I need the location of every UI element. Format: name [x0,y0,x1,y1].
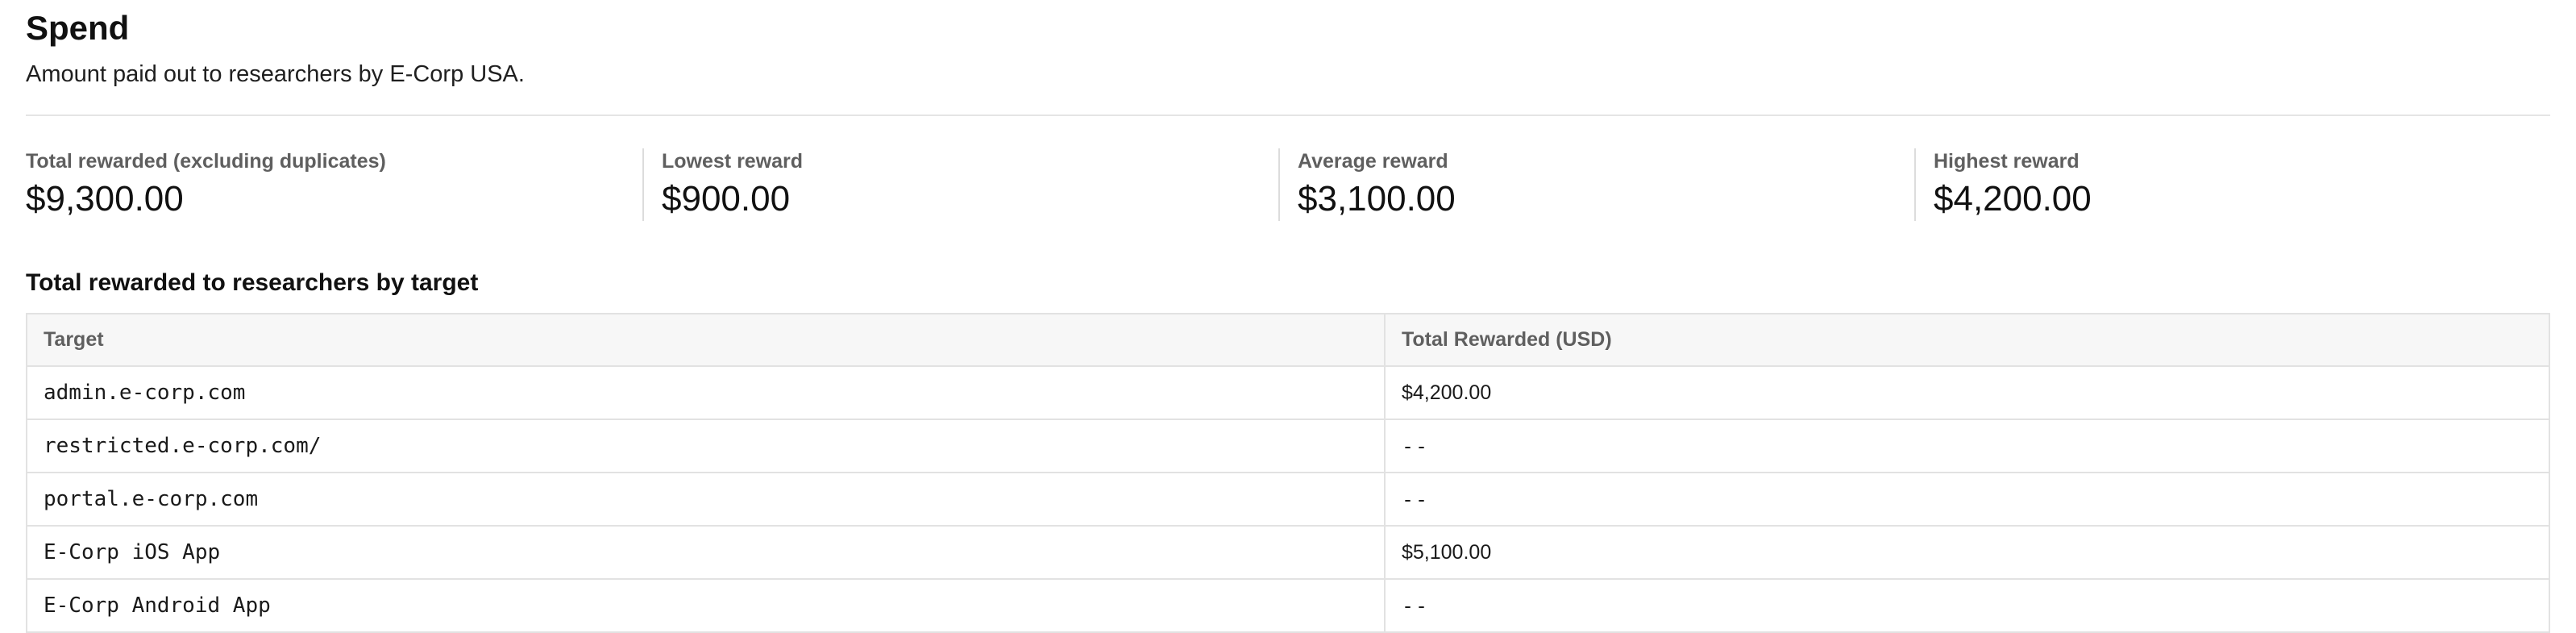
page-subtitle: Amount paid out to researchers by E-Corp… [26,61,525,87]
spend-header: Spend Amount paid out to researchers by … [26,0,2550,90]
stat-value: $4,200.00 [1934,179,2092,219]
table-header: Target Total Rewarded (USD) [27,314,2549,367]
stat-value: $3,100.00 [1298,179,1456,219]
table-row: admin.e-corp.com $4,200.00 [27,366,2549,420]
reward-stats: Total rewarded (excluding duplicates) $9… [26,148,2550,221]
stat-label: Average reward [1298,150,1448,173]
table-row: portal.e-corp.com -- [27,473,2549,527]
total-rewarded-cell: $5,100.00 [1384,526,2549,580]
target-cell: E-Corp iOS App [27,526,1385,580]
table-row: E-Corp iOS App $5,100.00 [27,526,2549,580]
stat-label: Total rewarded (excluding duplicates) [26,150,386,173]
column-header-target[interactable]: Target [27,314,1385,367]
stat-average-reward: Average reward $3,100.00 [1278,148,1914,221]
rewards-by-target-table: Target Total Rewarded (USD) admin.e-corp… [26,313,2550,633]
table-header-row: Target Total Rewarded (USD) [27,314,2549,367]
total-rewarded-cell: -- [1384,473,2549,527]
target-cell: restricted.e-corp.com/ [27,419,1385,473]
stat-total-rewarded: Total rewarded (excluding duplicates) $9… [26,148,642,221]
stat-label: Lowest reward [662,150,804,173]
stat-value: $9,300.00 [26,179,184,219]
header-divider [26,115,2550,116]
target-cell: E-Corp Android App [27,579,1385,633]
total-rewarded-cell: -- [1384,419,2549,473]
stat-highest-reward: Highest reward $4,200.00 [1914,148,2550,221]
table-row: restricted.e-corp.com/ -- [27,419,2549,473]
rewards-table: Target Total Rewarded (USD) admin.e-corp… [27,314,2549,633]
stat-label: Highest reward [1934,150,2079,173]
total-rewarded-cell: $4,200.00 [1384,366,2549,420]
column-header-total-rewarded[interactable]: Total Rewarded (USD) [1384,314,2549,367]
page-title: Spend [26,9,130,47]
total-rewarded-cell: -- [1384,579,2549,633]
stat-lowest-reward: Lowest reward $900.00 [642,148,1278,221]
table-row: E-Corp Android App -- [27,579,2549,633]
stat-value: $900.00 [662,179,791,219]
table-body: admin.e-corp.com $4,200.00 restricted.e-… [27,366,2549,633]
target-cell: portal.e-corp.com [27,473,1385,527]
section-title: Total rewarded to researchers by target [26,269,479,296]
target-cell: admin.e-corp.com [27,366,1385,420]
spend-page: Spend Amount paid out to researchers by … [0,0,2576,633]
